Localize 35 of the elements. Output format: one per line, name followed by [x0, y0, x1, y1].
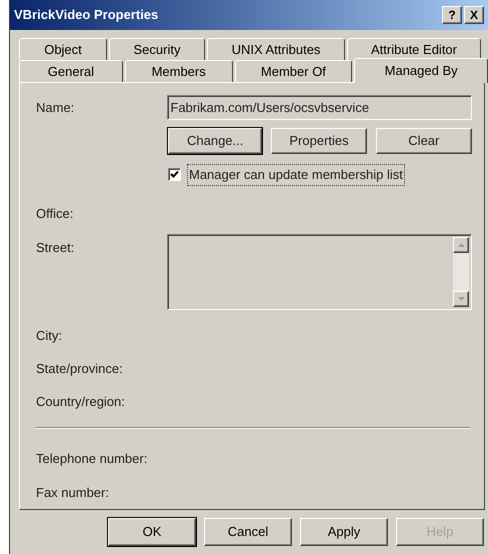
up-arrow-icon [458, 242, 464, 246]
help-button[interactable]: ? [442, 6, 462, 24]
dialog-button[interactable]: Change... [168, 128, 262, 154]
field-label: Telephone number: [36, 450, 148, 466]
dialog-button[interactable]: Properties [271, 128, 367, 154]
name-field[interactable]: Fabrikam.com/Users/ocsvbservice [167, 95, 472, 120]
dialog-button[interactable]: Cancel [204, 518, 292, 546]
scroll-down-button[interactable] [453, 290, 469, 306]
tab[interactable]: Attribute Editor [347, 38, 481, 60]
field-label: Office: [36, 204, 74, 222]
dialog-button[interactable]: Clear [376, 128, 472, 154]
check-icon [170, 170, 179, 180]
field-label: Fax number: [36, 484, 110, 500]
scroll-up-button[interactable] [453, 236, 469, 252]
tab[interactable]: Object [19, 38, 107, 60]
down-arrow-icon [458, 296, 464, 300]
scrollbar[interactable] [453, 236, 469, 306]
tab[interactable]: General [19, 60, 123, 82]
field-label: Name: [36, 98, 76, 117]
field-label: Country/region: [36, 392, 126, 408]
tab[interactable]: UNIX Attributes [207, 38, 345, 60]
field-label: Street: [36, 238, 76, 256]
tab[interactable]: Members [124, 60, 233, 82]
window-title: VBrickVideo Properties [14, 6, 160, 24]
tab[interactable]: Member Of [234, 60, 352, 82]
close-button[interactable]: X [464, 6, 484, 24]
checkbox[interactable] [168, 168, 181, 182]
field-label: City: [36, 326, 63, 342]
tab[interactable]: Managed By [354, 58, 488, 83]
field-label: State/province: [36, 360, 124, 376]
checkbox-label[interactable]: Manager can update membership list [187, 164, 405, 186]
dialog-button[interactable]: OK [108, 518, 196, 546]
dialog-button[interactable]: Apply [300, 518, 388, 546]
street-field[interactable] [167, 234, 472, 310]
tab[interactable]: Security [109, 38, 205, 60]
